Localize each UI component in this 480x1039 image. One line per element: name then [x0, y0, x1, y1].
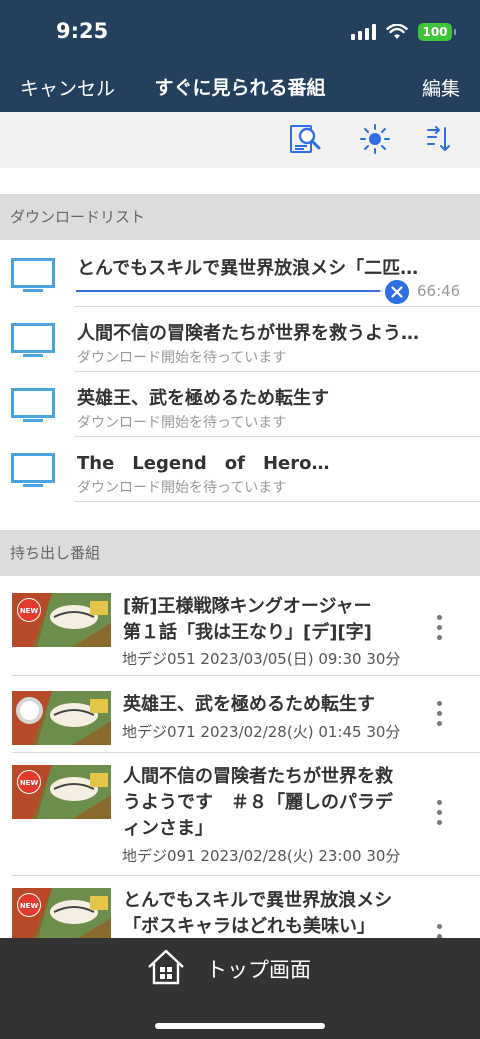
new-badge: NEW	[17, 598, 41, 622]
download-title: 人間不信の冒険者たちが世界を救うよう…	[77, 323, 419, 344]
title-line: [新]王様戦隊キングオージャー	[123, 596, 372, 617]
bottom-tab-bar: トップ画面	[0, 938, 480, 1039]
download-progress-fill	[76, 290, 380, 292]
cancel-download-icon[interactable]	[385, 280, 409, 304]
download-progress-bar	[76, 290, 383, 292]
program-item[interactable]: 英雄王、武を極めるため転生す 地デジ071 2023/02/28(火) 01:4…	[0, 676, 480, 753]
program-title: 人間不信の冒険者たちが世界を救 うようです ＃８「麗しのパラデ ィンさま」	[123, 764, 423, 842]
status-time: 9:25	[56, 19, 109, 43]
sort-icon[interactable]	[422, 122, 456, 156]
wifi-icon	[386, 24, 408, 39]
download-status: ダウンロード開始を待っています	[77, 415, 287, 431]
more-options-icon[interactable]	[432, 922, 448, 938]
divider	[74, 501, 480, 502]
download-title: 英雄王、武を極めるため転生す	[77, 388, 329, 409]
program-meta: 地デジ051 2023/03/05(日) 09:30 30分	[122, 650, 401, 668]
program-item[interactable]: NEW とんでもスキルで異世界放浪メシ 「ボスキャラはどれも美味い」	[0, 876, 480, 938]
status-indicators: 100	[351, 22, 456, 42]
download-item[interactable]: 人間不信の冒険者たちが世界を救うよう… ダウンロード開始を待っています	[0, 307, 480, 372]
app-header: 9:25 100 キャンセル すぐに見られる番組 編集	[0, 0, 480, 112]
title-line: とんでもスキルで異世界放浪メシ	[123, 890, 393, 911]
program-item[interactable]: NEW [新]王様戦隊キングオージャー 第１話「我は王なり」[デ][字] 地デジ…	[0, 580, 480, 676]
new-badge: NEW	[17, 893, 41, 917]
download-item[interactable]: とんでもスキルで異世界放浪メシ「二匹… 66:46	[0, 242, 480, 307]
download-title: とんでもスキルで異世界放浪メシ「二匹…	[77, 258, 419, 279]
program-meta: 地デジ071 2023/02/28(火) 01:45 30分	[122, 723, 401, 741]
page-title: すぐに見られる番組	[154, 77, 326, 99]
download-status: ダウンロード開始を待っています	[77, 480, 287, 496]
toolbar	[0, 112, 480, 168]
program-thumbnail: NEW	[12, 765, 111, 819]
title-line: 第１話「我は王なり」[デ][字]	[123, 622, 372, 643]
download-item[interactable]: 英雄王、武を極めるため転生す ダウンロード開始を待っています	[0, 372, 480, 437]
tv-icon	[11, 453, 55, 487]
title-line: ィンさま」	[123, 818, 213, 839]
takeout-programs-header: 持ち出し番組	[0, 530, 480, 576]
program-thumbnail: NEW	[12, 888, 111, 938]
more-options-icon[interactable]	[432, 798, 448, 828]
edit-button[interactable]: 編集	[422, 74, 460, 101]
program-title: 英雄王、武を極めるため転生す	[123, 692, 423, 718]
program-thumbnail: NEW	[12, 593, 111, 647]
program-meta: 地デジ091 2023/02/28(火) 23:00 30分	[122, 847, 401, 865]
search-document-icon[interactable]	[288, 122, 322, 156]
program-title: [新]王様戦隊キングオージャー 第１話「我は王なり」[デ][字]	[123, 594, 423, 646]
download-list-header: ダウンロードリスト	[0, 194, 480, 240]
new-badge: NEW	[17, 770, 41, 794]
tv-icon	[11, 388, 55, 422]
home-tab-label[interactable]: トップ画面	[206, 954, 311, 984]
loading-indicator	[16, 697, 43, 724]
tv-icon	[11, 258, 55, 292]
tv-icon	[11, 323, 55, 357]
home-icon[interactable]	[146, 948, 186, 986]
download-remaining-time: 66:46	[417, 282, 461, 300]
download-status: ダウンロード開始を待っています	[77, 350, 287, 366]
title-line: 人間不信の冒険者たちが世界を救	[123, 766, 393, 787]
more-options-icon[interactable]	[432, 699, 448, 729]
program-thumbnail	[12, 691, 111, 745]
program-item[interactable]: NEW 人間不信の冒険者たちが世界を救 うようです ＃８「麗しのパラデ ィンさま…	[0, 753, 480, 876]
brightness-icon[interactable]	[358, 122, 392, 156]
download-title: The Legend of Hero…	[77, 453, 330, 474]
home-indicator	[155, 1023, 325, 1029]
more-options-icon[interactable]	[432, 613, 448, 643]
title-line: 「ボスキャラはどれも美味い」	[123, 916, 375, 937]
cellular-signal-icon	[351, 24, 376, 40]
program-title: とんでもスキルで異世界放浪メシ 「ボスキャラはどれも美味い」	[123, 888, 423, 938]
title-line: 英雄王、武を極めるため転生す	[123, 694, 375, 715]
battery-icon: 100	[418, 23, 456, 41]
title-line: うようです ＃８「麗しのパラデ	[123, 792, 393, 813]
download-item[interactable]: The Legend of Hero… ダウンロード開始を待っています	[0, 437, 480, 502]
